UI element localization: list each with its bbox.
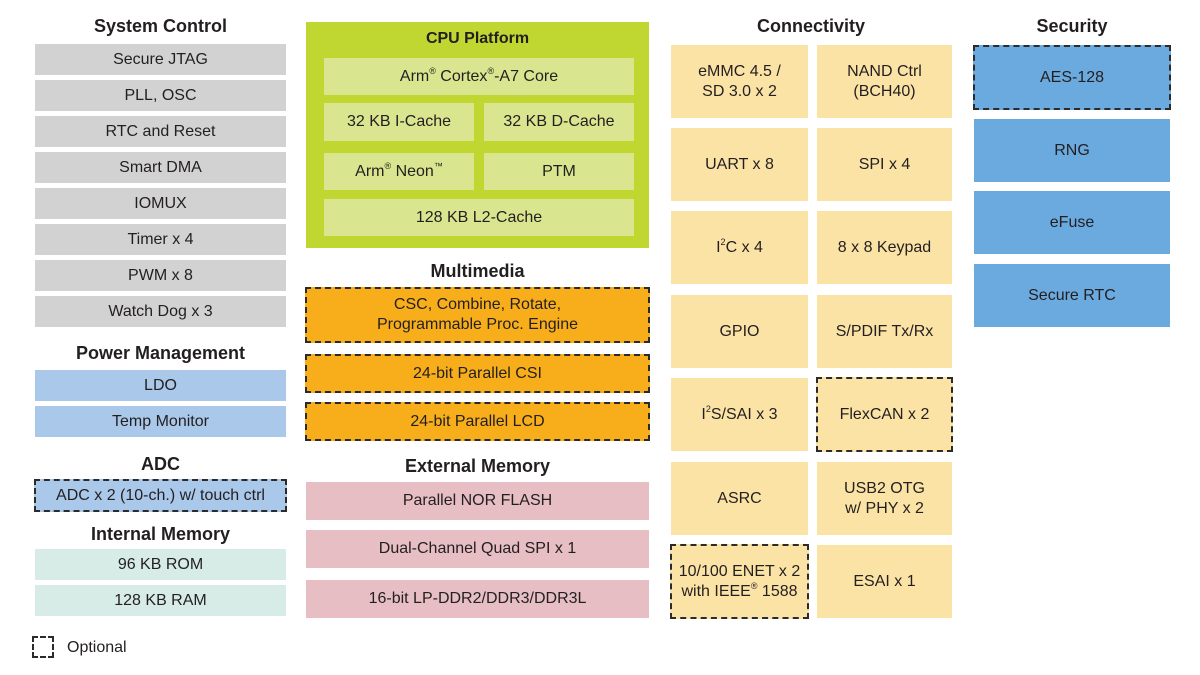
emmc-line2: SD 3.0 x 2 bbox=[702, 82, 777, 100]
emmc-line1: eMMC 4.5 / bbox=[698, 62, 781, 80]
block-pll-osc[interactable]: PLL, OSC bbox=[35, 80, 286, 111]
block-icache[interactable]: 32 KB I-Cache bbox=[324, 103, 474, 141]
nand-line1: NAND Ctrl bbox=[847, 62, 922, 80]
enet-line1: 10/100 ENET x 2 bbox=[678, 562, 801, 580]
block-i2c[interactable]: I2C x 4 bbox=[671, 211, 808, 284]
block-neon[interactable]: Arm® Neon™ bbox=[324, 153, 474, 190]
block-efuse[interactable]: eFuse bbox=[974, 191, 1170, 254]
block-adc[interactable]: ADC x 2 (10-ch.) w/ touch ctrl bbox=[34, 479, 287, 512]
block-nor-flash[interactable]: Parallel NOR FLASH bbox=[306, 482, 649, 520]
internal-memory-title: Internal Memory bbox=[90, 524, 231, 544]
block-keypad[interactable]: 8 x 8 Keypad bbox=[817, 211, 952, 284]
adc-title: ADC bbox=[141, 454, 180, 474]
usb-line2: w/ PHY x 2 bbox=[845, 499, 924, 517]
block-gpio[interactable]: GPIO bbox=[671, 295, 808, 368]
block-ddr[interactable]: 16-bit LP-DDR2/DDR3/DDR3L bbox=[306, 580, 649, 618]
optional-legend-label: Optional bbox=[67, 639, 127, 656]
neon-label: Arm® Neon™ bbox=[355, 160, 443, 180]
block-asrc[interactable]: ASRC bbox=[671, 462, 808, 535]
block-pwm[interactable]: PWM x 8 bbox=[35, 260, 286, 291]
block-temp-monitor[interactable]: Temp Monitor bbox=[35, 406, 286, 437]
block-cortex-a7-core[interactable]: Arm® Cortex®-A7 Core bbox=[324, 58, 634, 95]
block-dcache[interactable]: 32 KB D-Cache bbox=[484, 103, 634, 141]
block-uart[interactable]: UART x 8 bbox=[671, 128, 808, 201]
block-secure-rtc[interactable]: Secure RTC bbox=[974, 264, 1170, 327]
i2c-label: I2C x 4 bbox=[716, 236, 763, 256]
cpu-platform-title: CPU Platform bbox=[425, 30, 530, 47]
external-memory-title: External Memory bbox=[404, 456, 551, 476]
multimedia-title: Multimedia bbox=[430, 261, 525, 281]
block-ptm[interactable]: PTM bbox=[484, 153, 634, 190]
block-csc-pxp[interactable]: CSC, Combine, Rotate, Programmable Proc.… bbox=[305, 287, 650, 343]
block-enet[interactable]: 10/100 ENET x 2 with IEEE® 1588 bbox=[670, 544, 809, 619]
block-ram[interactable]: 128 KB RAM bbox=[35, 585, 286, 616]
block-timer[interactable]: Timer x 4 bbox=[35, 224, 286, 255]
block-l2-cache[interactable]: 128 KB L2-Cache bbox=[324, 199, 634, 236]
block-rtc-reset[interactable]: RTC and Reset bbox=[35, 116, 286, 147]
block-parallel-lcd[interactable]: 24-bit Parallel LCD bbox=[305, 402, 650, 441]
block-smart-dma[interactable]: Smart DMA bbox=[35, 152, 286, 183]
enet-line2: with IEEE® 1588 bbox=[681, 580, 798, 600]
optional-legend-swatch bbox=[32, 636, 54, 658]
usb-line1: USB2 OTG bbox=[844, 479, 925, 497]
block-parallel-csi[interactable]: 24-bit Parallel CSI bbox=[305, 354, 650, 393]
block-esai[interactable]: ESAI x 1 bbox=[817, 545, 952, 618]
csc-line1: CSC, Combine, Rotate, bbox=[393, 296, 562, 313]
security-title: Security bbox=[1036, 16, 1108, 36]
csc-line2: Programmable Proc. Engine bbox=[377, 316, 578, 333]
power-management-title: Power Management bbox=[75, 343, 246, 363]
core-label: Arm® Cortex®-A7 Core bbox=[399, 65, 559, 85]
block-iomux[interactable]: IOMUX bbox=[35, 188, 286, 219]
block-aes-128[interactable]: AES-128 bbox=[973, 45, 1171, 110]
i2s-label: I2S/SAI x 3 bbox=[701, 403, 778, 423]
block-nand-ctrl[interactable]: NAND Ctrl (BCH40) bbox=[817, 45, 952, 118]
block-i2s-sai[interactable]: I2S/SAI x 3 bbox=[671, 378, 808, 451]
block-spi[interactable]: SPI x 4 bbox=[817, 128, 952, 201]
block-watchdog[interactable]: Watch Dog x 3 bbox=[35, 296, 286, 327]
block-spdif[interactable]: S/PDIF Tx/Rx bbox=[817, 295, 952, 368]
block-rom[interactable]: 96 KB ROM bbox=[35, 549, 286, 580]
block-ldo[interactable]: LDO bbox=[35, 370, 286, 401]
block-secure-jtag[interactable]: Secure JTAG bbox=[35, 44, 286, 75]
connectivity-title: Connectivity bbox=[756, 16, 866, 36]
block-usb-otg[interactable]: USB2 OTG w/ PHY x 2 bbox=[817, 462, 952, 535]
block-emmc-sd[interactable]: eMMC 4.5 / SD 3.0 x 2 bbox=[671, 45, 808, 118]
system-control-title: System Control bbox=[93, 16, 228, 36]
block-quad-spi[interactable]: Dual-Channel Quad SPI x 1 bbox=[306, 530, 649, 568]
block-flexcan[interactable]: FlexCAN x 2 bbox=[816, 377, 953, 452]
nand-line2: (BCH40) bbox=[853, 82, 916, 100]
block-rng[interactable]: RNG bbox=[974, 119, 1170, 182]
